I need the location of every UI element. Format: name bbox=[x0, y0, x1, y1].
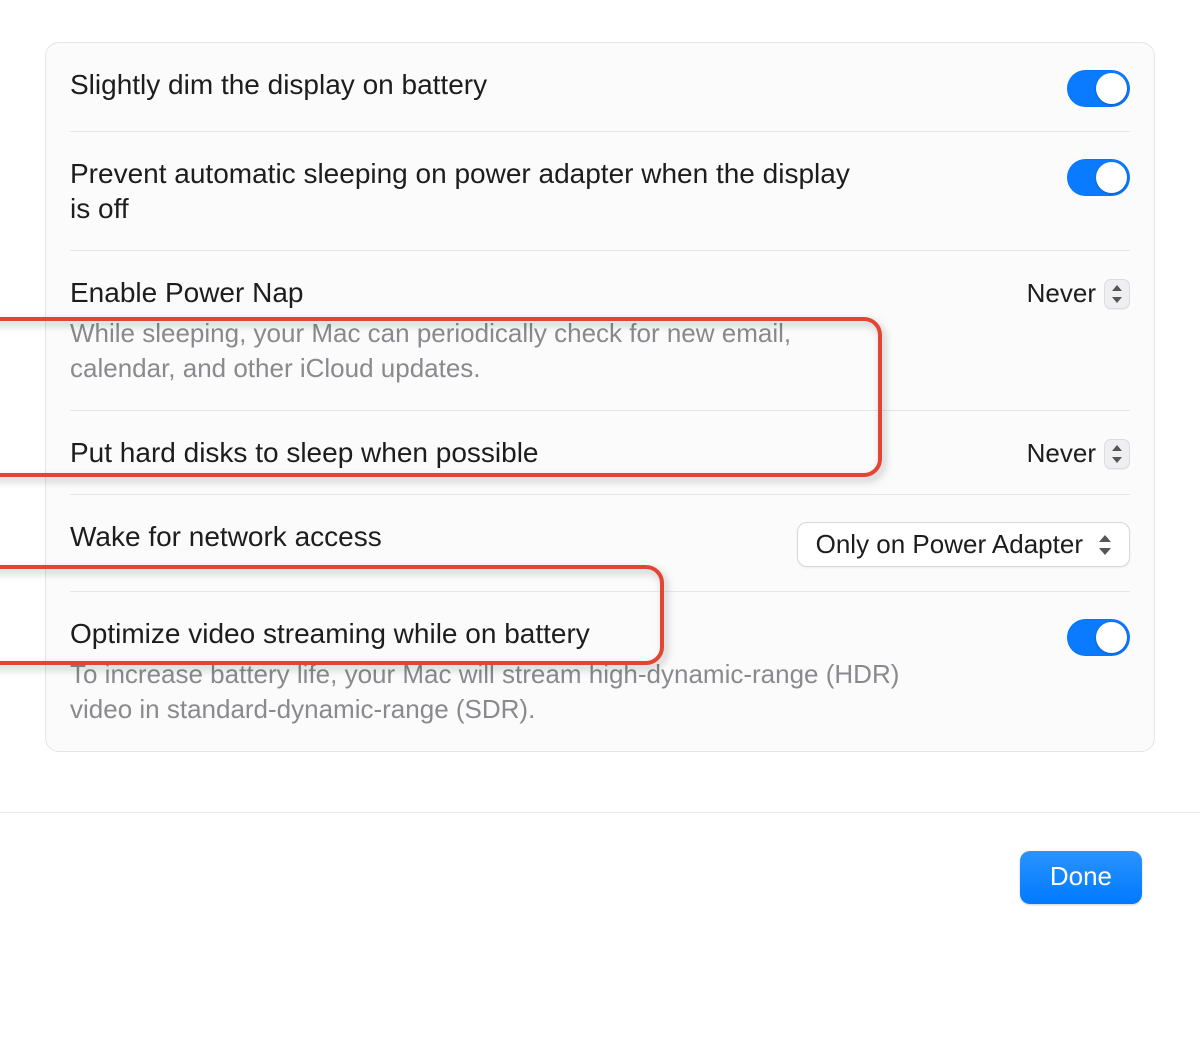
hard-disks-dropdown[interactable]: Never bbox=[1027, 438, 1130, 469]
wake-network-dropdown[interactable]: Only on Power Adapter bbox=[797, 522, 1130, 567]
toggle-knob-icon bbox=[1096, 162, 1127, 193]
toggle-knob-icon bbox=[1096, 622, 1127, 653]
row-optimize-video: Optimize video streaming while on batter… bbox=[70, 592, 1130, 751]
optimize-video-desc: To increase battery life, your Mac will … bbox=[70, 657, 918, 727]
updown-chevron-icon bbox=[1095, 533, 1115, 557]
toggle-knob-icon bbox=[1096, 73, 1127, 104]
prevent-sleep-title: Prevent automatic sleeping on power adap… bbox=[70, 156, 868, 226]
updown-chevron-icon bbox=[1104, 439, 1130, 469]
wake-network-value: Only on Power Adapter bbox=[816, 529, 1095, 560]
footer: Done bbox=[0, 813, 1200, 904]
optimize-video-toggle[interactable] bbox=[1067, 619, 1130, 656]
prevent-sleep-toggle[interactable] bbox=[1067, 159, 1130, 196]
settings-panel: Slightly dim the display on battery Prev… bbox=[45, 42, 1155, 752]
dim-display-toggle[interactable] bbox=[1067, 70, 1130, 107]
row-prevent-sleep: Prevent automatic sleeping on power adap… bbox=[70, 132, 1130, 251]
hard-disks-value: Never bbox=[1027, 438, 1104, 469]
power-nap-title: Enable Power Nap bbox=[70, 275, 868, 310]
dim-display-title: Slightly dim the display on battery bbox=[70, 67, 1035, 102]
row-power-nap: Enable Power Nap While sleeping, your Ma… bbox=[70, 251, 1130, 411]
wake-network-title: Wake for network access bbox=[70, 519, 765, 554]
row-wake-network: Wake for network access Only on Power Ad… bbox=[70, 495, 1130, 592]
row-hard-disks: Put hard disks to sleep when possible Ne… bbox=[70, 411, 1130, 495]
hard-disks-title: Put hard disks to sleep when possible bbox=[70, 435, 995, 470]
row-dim-display: Slightly dim the display on battery bbox=[70, 43, 1130, 132]
optimize-video-title: Optimize video streaming while on batter… bbox=[70, 616, 918, 651]
updown-chevron-icon bbox=[1104, 279, 1130, 309]
done-button[interactable]: Done bbox=[1020, 851, 1142, 904]
power-nap-value: Never bbox=[1027, 278, 1104, 309]
power-nap-dropdown[interactable]: Never bbox=[1027, 278, 1130, 309]
power-nap-desc: While sleeping, your Mac can periodicall… bbox=[70, 316, 868, 386]
